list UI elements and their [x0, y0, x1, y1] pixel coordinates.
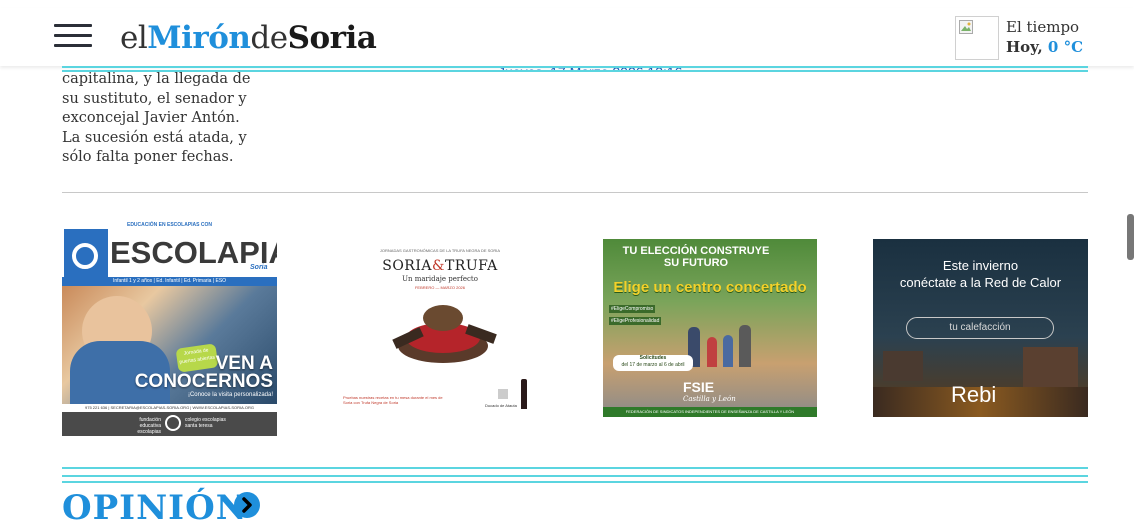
header-rule [62, 66, 1088, 72]
escolapias-levels: Infantil 1 y 2 años | Ed. Infantil | Ed.… [62, 277, 277, 286]
weather-image[interactable] [955, 16, 999, 60]
ad-escolapias[interactable]: EDUCACIÓN EN ESCOLAPIAS CON ESCOLAPIAS S… [62, 219, 277, 436]
section-divider [62, 192, 1088, 193]
weather-title[interactable]: El tiempo [1006, 18, 1079, 36]
site-logo[interactable]: elMiróndeSoria [120, 20, 377, 56]
trufa-dish-image [388, 299, 498, 369]
broken-image-icon [959, 20, 973, 34]
article-excerpt: capitalina, y la llegada de su sustituto… [62, 71, 251, 165]
fsie-headline: TU ELECCIÓN CONSTRUYE SU FUTURO [622, 245, 770, 269]
fsie-tagline: Elige un centro concertado [613, 279, 807, 296]
ad-soria-trufa[interactable]: JORNADAS GASTRONÓMICAS DE LA TRUFA NEGRA… [333, 239, 547, 417]
trufa-title: SORIA&TRUFA [382, 258, 498, 274]
rebi-headline: Este invierno conéctate a la Red de Calo… [899, 258, 1062, 290]
rebi-logo: Rebi [951, 382, 997, 407]
escolapias-photo: Jornada de puertas abiertas VEN A CONOCE… [62, 286, 277, 404]
section-title-opinion[interactable]: OPINIÓN [62, 486, 248, 530]
weather-temperature[interactable]: Hoy, 0 °C [1006, 38, 1083, 56]
escolapias-logo [64, 229, 108, 279]
chevron-right-icon[interactable] [234, 492, 260, 518]
site-header: elMiróndeSoria El tiempo Hoy, 0 °C [0, 8, 1134, 66]
rebi-button: tu calefacción [906, 317, 1054, 339]
scrollbar-thumb[interactable] [1127, 214, 1134, 260]
ad-fsie[interactable]: TU ELECCIÓN CONSTRUYE SU FUTURO Elige un… [603, 239, 817, 417]
ad-rebi[interactable]: Este invierno conéctate a la Red de Calo… [873, 239, 1088, 417]
escolapias-footer: fundación educativa escolapias colegio e… [62, 412, 277, 436]
opinion-rule [62, 467, 1088, 483]
menu-icon[interactable] [54, 24, 92, 48]
fsie-dates: Solicitudes del 17 de marzo al 6 de abri… [613, 355, 693, 371]
